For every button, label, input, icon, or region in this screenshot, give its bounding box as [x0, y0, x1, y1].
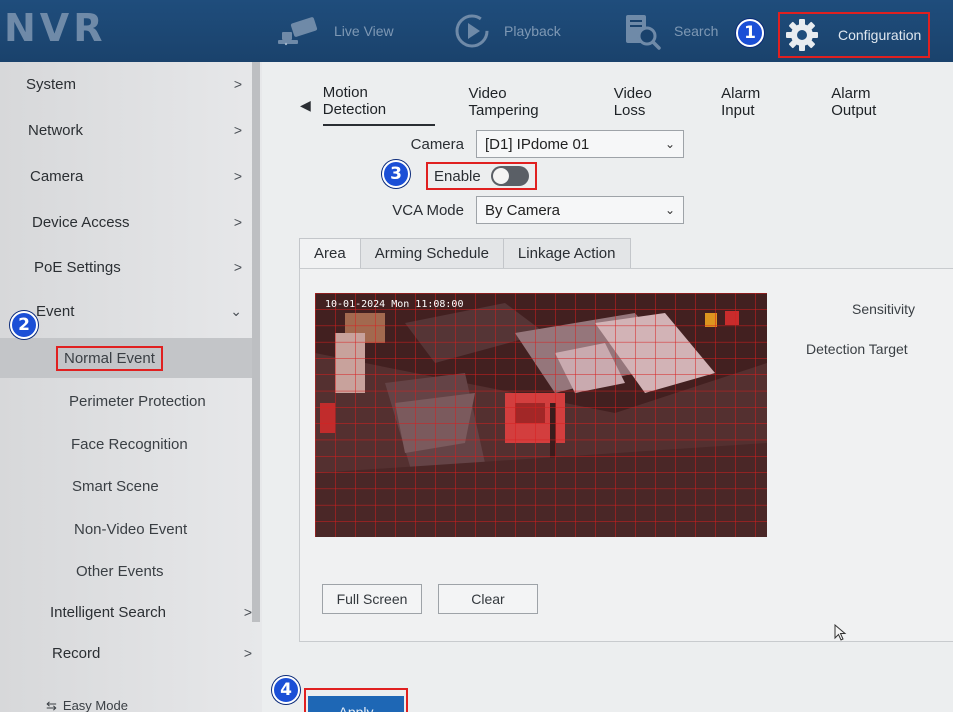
sidebar-item-label: System	[26, 75, 77, 93]
sidebar-item-label: Network	[28, 121, 84, 139]
chevron-right-icon: >	[243, 604, 252, 620]
nav-configuration-label: Configuration	[838, 27, 922, 43]
chevron-right-icon: >	[233, 214, 242, 230]
sidebar-subitem-label: Normal Event	[56, 345, 163, 371]
top-navigation-bar: NVR Live View Playback Search Configurat…	[0, 0, 953, 62]
apply-button[interactable]: Apply	[308, 696, 404, 712]
video-osd-timestamp: 10-01-2024 Mon 11:08:00	[325, 299, 464, 310]
chevron-down-icon: ⌄	[664, 137, 675, 151]
enable-label: Enable	[434, 167, 481, 185]
playback-icon	[452, 11, 492, 51]
sidebar-item-camera[interactable]: Camera >	[0, 156, 252, 196]
motion-grid-overlay	[315, 293, 767, 537]
vca-mode-select-value: By Camera	[485, 201, 561, 219]
subtab-area[interactable]: Area	[299, 238, 361, 268]
tab-alarm-output[interactable]: Alarm Output	[831, 85, 919, 125]
sidebar-subitem-label: Other Events	[76, 562, 164, 580]
event-tabs: ◀ Motion Detection Video Tampering Video…	[300, 84, 953, 126]
step-badge-3: 3	[382, 160, 410, 188]
tab-scroll-left-icon[interactable]: ◀	[300, 97, 311, 114]
sidebar-item-network[interactable]: Network >	[0, 110, 252, 150]
sidebar-subitem-other-events[interactable]: Other Events	[0, 551, 252, 591]
full-screen-button[interactable]: Full Screen	[322, 584, 422, 614]
apply-highlight: Apply	[304, 688, 408, 712]
detection-target-label: Detection Target	[806, 341, 908, 357]
sidebar-subitem-perimeter-protection[interactable]: Perimeter Protection	[0, 381, 252, 421]
camera-row: Camera [D1] IPdome 01 ⌄	[286, 130, 684, 158]
chevron-right-icon: >	[233, 168, 242, 184]
camera-select[interactable]: [D1] IPdome 01 ⌄	[476, 130, 684, 158]
subtab-linkage-action[interactable]: Linkage Action	[502, 238, 631, 268]
sidebar-item-intelligent-search[interactable]: Intelligent Search >	[0, 592, 262, 632]
chevron-right-icon: >	[233, 76, 242, 92]
easy-mode-link[interactable]: ⇆ Easy Mode	[46, 698, 128, 712]
sidebar-subitem-label: Non-Video Event	[74, 520, 188, 538]
easy-mode-label: Easy Mode	[62, 698, 128, 712]
search-icon	[622, 11, 662, 51]
sidebar-subitem-label: Perimeter Protection	[69, 392, 206, 410]
toggle-knob	[492, 168, 509, 184]
chevron-down-icon: ⌄	[664, 203, 675, 217]
step-badge-2: 2	[10, 311, 38, 339]
sidebar-item-label: Device Access	[32, 213, 130, 231]
enable-row: Enable	[426, 162, 537, 190]
sidebar-item-label: Intelligent Search	[50, 603, 166, 621]
gear-icon	[784, 17, 820, 53]
sidebar-item-label: Camera	[30, 167, 84, 185]
nav-live-view[interactable]: Live View	[278, 0, 394, 62]
nav-playback[interactable]: Playback	[452, 0, 561, 62]
sidebar-item-label: PoE Settings	[34, 258, 121, 276]
sidebar-subitem-label: Face Recognition	[71, 435, 188, 453]
sidebar-subitem-face-recognition[interactable]: Face Recognition	[0, 424, 252, 464]
sidebar-item-label: Event	[36, 302, 75, 320]
chevron-right-icon: >	[233, 122, 242, 138]
nvr-logo: NVR	[4, 6, 107, 50]
sidebar-item-label: Record	[52, 644, 101, 662]
vca-mode-row: VCA Mode By Camera ⌄	[286, 196, 684, 224]
swap-icon: ⇆	[46, 698, 57, 712]
chevron-right-icon: >	[233, 259, 242, 275]
sensitivity-label: Sensitivity	[852, 301, 916, 317]
nav-search[interactable]: Search	[622, 0, 718, 62]
step-badge-4: 4	[272, 676, 300, 704]
subtab-arming-schedule[interactable]: Arming Schedule	[359, 238, 504, 268]
tab-video-tampering[interactable]: Video Tampering	[469, 85, 580, 125]
tab-motion-detection[interactable]: Motion Detection	[322, 84, 435, 126]
sidebar-subitem-smart-scene[interactable]: Smart Scene	[0, 466, 252, 506]
sidebar-scrollbar[interactable]	[252, 62, 260, 622]
nav-playback-label: Playback	[504, 23, 561, 39]
nav-configuration[interactable]: Configuration	[778, 12, 930, 58]
camera-select-value: [D1] IPdome 01	[485, 135, 590, 153]
sidebar-subitem-normal-event[interactable]: Normal Event	[0, 338, 252, 378]
enable-toggle[interactable]	[490, 166, 529, 186]
sidebar-subitem-label: Smart Scene	[72, 477, 159, 495]
chevron-right-icon: >	[243, 645, 252, 661]
step-badge-1: 1	[736, 19, 764, 47]
sub-tabs: Area Arming Schedule Linkage Action	[299, 238, 631, 268]
camera-icon	[278, 14, 322, 48]
enable-highlight: Enable	[426, 162, 537, 190]
chevron-down-icon: ⌄	[230, 302, 242, 319]
sidebar-item-system[interactable]: System >	[0, 64, 252, 104]
camera-preview[interactable]: 10-01-2024 Mon 11:08:00	[315, 293, 767, 537]
camera-label: Camera	[410, 135, 464, 153]
sidebar-subitem-non-video-event[interactable]: Non-Video Event	[0, 509, 252, 549]
vca-mode-select[interactable]: By Camera ⌄	[476, 196, 684, 224]
mouse-cursor-icon	[834, 623, 848, 647]
nav-search-label: Search	[674, 23, 719, 39]
vca-mode-label: VCA Mode	[392, 201, 464, 219]
sidebar: System > Network > Camera > Device Acces…	[0, 62, 262, 712]
main-panel: ◀ Motion Detection Video Tampering Video…	[262, 62, 953, 712]
clear-button[interactable]: Clear	[438, 584, 538, 614]
sidebar-item-device-access[interactable]: Device Access >	[0, 202, 252, 242]
tab-video-loss[interactable]: Video Loss	[614, 85, 687, 125]
sidebar-item-poe-settings[interactable]: PoE Settings >	[0, 247, 252, 287]
tab-alarm-input[interactable]: Alarm Input	[721, 85, 797, 125]
nav-live-view-label: Live View	[334, 23, 394, 39]
sidebar-item-record[interactable]: Record >	[0, 633, 262, 673]
